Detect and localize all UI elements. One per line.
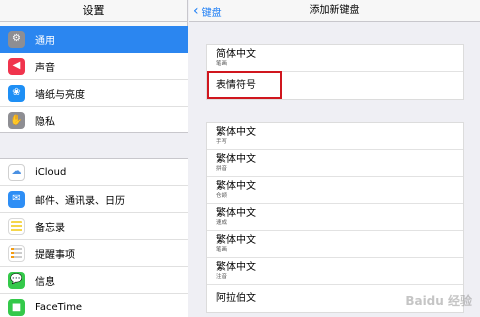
sidebar-group-2: ☁ iCloud ✉ 邮件、通讯录、日历 备忘录 提醒事项 💬 信息 ■ Fac… [0, 159, 188, 317]
keyboard-option-emoji[interactable]: 表情符号 [207, 71, 463, 99]
reminders-icon [8, 244, 25, 262]
keyboard-group-1: 简体中文 笔画 表情符号 [206, 44, 464, 100]
sidebar-item-privacy[interactable]: ✋ 隐私 [0, 107, 188, 134]
sidebar-title: 设置 [0, 0, 187, 22]
sidebar-item-facetime[interactable]: ■ FaceTime [0, 294, 188, 317]
keyboard-name: 简体中文 [216, 48, 256, 60]
keyboard-name: 繁体中文 [216, 180, 256, 192]
highlight-box [207, 71, 282, 99]
keyboard-name: 繁体中文 [216, 207, 256, 219]
sidebar-item-label: 隐私 [35, 117, 55, 128]
keyboard-subtype: 注音 [216, 273, 228, 280]
sidebar-item-label: 邮件、通讯录、日历 [35, 195, 125, 207]
keyboard-name: 繁体中文 [216, 153, 256, 165]
sidebar-item-label: 提醒事项 [35, 249, 75, 261]
cloud-icon: ☁ [8, 163, 25, 181]
keyboard-name: 阿拉伯文 [216, 292, 256, 304]
keyboard-option[interactable]: 繁体中文 手写 [207, 123, 463, 150]
keyboard-subtype: 笔画 [216, 60, 228, 67]
keyboard-option[interactable]: 繁体中文 注音 [207, 258, 463, 285]
sidebar-item-label: 通用 [35, 35, 55, 47]
keyboard-option[interactable]: 繁体中文 仓颉 [207, 177, 463, 204]
keyboard-subtype: 拼音 [216, 165, 228, 172]
sidebar-item-label: 声音 [35, 62, 55, 74]
hand-icon: ✋ [8, 112, 25, 129]
sidebar-item-notes[interactable]: 备忘录 [0, 213, 188, 240]
sidebar-item-wallpaper[interactable]: ❀ 墙纸与亮度 [0, 80, 188, 107]
keyboard-name: 繁体中文 [216, 126, 256, 138]
keyboard-subtype: 笔画 [216, 246, 228, 253]
messages-icon: 💬 [8, 271, 25, 289]
keyboard-name: 繁体中文 [216, 234, 256, 246]
keyboard-option[interactable]: 阿拉伯文 [207, 285, 463, 312]
back-button-label: 键盘 [201, 7, 222, 19]
keyboard-name: 繁体中文 [216, 261, 256, 273]
nav-bar: ‹ 键盘 添加新键盘 [189, 0, 480, 22]
sidebar-item-label: 墙纸与亮度 [35, 89, 85, 101]
keyboard-subtype: 速成 [216, 219, 228, 226]
section-separator [0, 132, 188, 159]
keyboard-option[interactable]: 繁体中文 笔画 [207, 231, 463, 258]
page-title: 添加新键盘 [309, 5, 360, 16]
sidebar-group-1: ⚙ 通用 ◀ 声音 ❀ 墙纸与亮度 ✋ 隐私 [0, 26, 188, 134]
keyboard-option[interactable]: 简体中文 笔画 [207, 45, 463, 72]
keyboard-subtype: 仓颉 [216, 192, 228, 199]
keyboard-group-2: 繁体中文 手写 繁体中文 拼音 繁体中文 仓颉 繁体中文 速成 繁体中文 笔画 … [206, 122, 464, 313]
keyboard-option[interactable]: 繁体中文 速成 [207, 204, 463, 231]
sidebar-item-label: 信息 [35, 276, 55, 288]
keyboard-option[interactable]: 繁体中文 拼音 [207, 150, 463, 177]
facetime-icon: ■ [8, 299, 25, 316]
keyboard-subtype: 手写 [216, 138, 228, 145]
sidebar-item-icloud[interactable]: ☁ iCloud [0, 159, 188, 186]
settings-sidebar: 设置 ⚙ 通用 ◀ 声音 ❀ 墙纸与亮度 ✋ 隐私 ☁ iCloud ✉ 邮件、… [0, 0, 188, 317]
back-button[interactable]: ‹ 键盘 [193, 0, 222, 22]
sidebar-item-label: 备忘录 [35, 222, 65, 234]
sidebar-item-sounds[interactable]: ◀ 声音 [0, 53, 188, 80]
notes-icon [8, 217, 25, 235]
gear-icon: ⚙ [8, 30, 25, 48]
mail-icon: ✉ [8, 190, 25, 208]
sidebar-item-messages[interactable]: 💬 信息 [0, 267, 188, 294]
chevron-left-icon: ‹ [193, 3, 199, 19]
speaker-icon: ◀ [8, 57, 25, 75]
add-keyboard-pane: ‹ 键盘 添加新键盘 简体中文 笔画 表情符号 繁体中文 手写 繁体中文 拼音 … [189, 0, 480, 317]
sidebar-item-label: FaceTime [35, 302, 83, 313]
flower-icon: ❀ [8, 84, 25, 102]
sidebar-item-reminders[interactable]: 提醒事项 [0, 240, 188, 267]
sidebar-item-mail[interactable]: ✉ 邮件、通讯录、日历 [0, 186, 188, 213]
sidebar-item-general[interactable]: ⚙ 通用 [0, 26, 188, 53]
sidebar-item-label: iCloud [35, 166, 67, 178]
